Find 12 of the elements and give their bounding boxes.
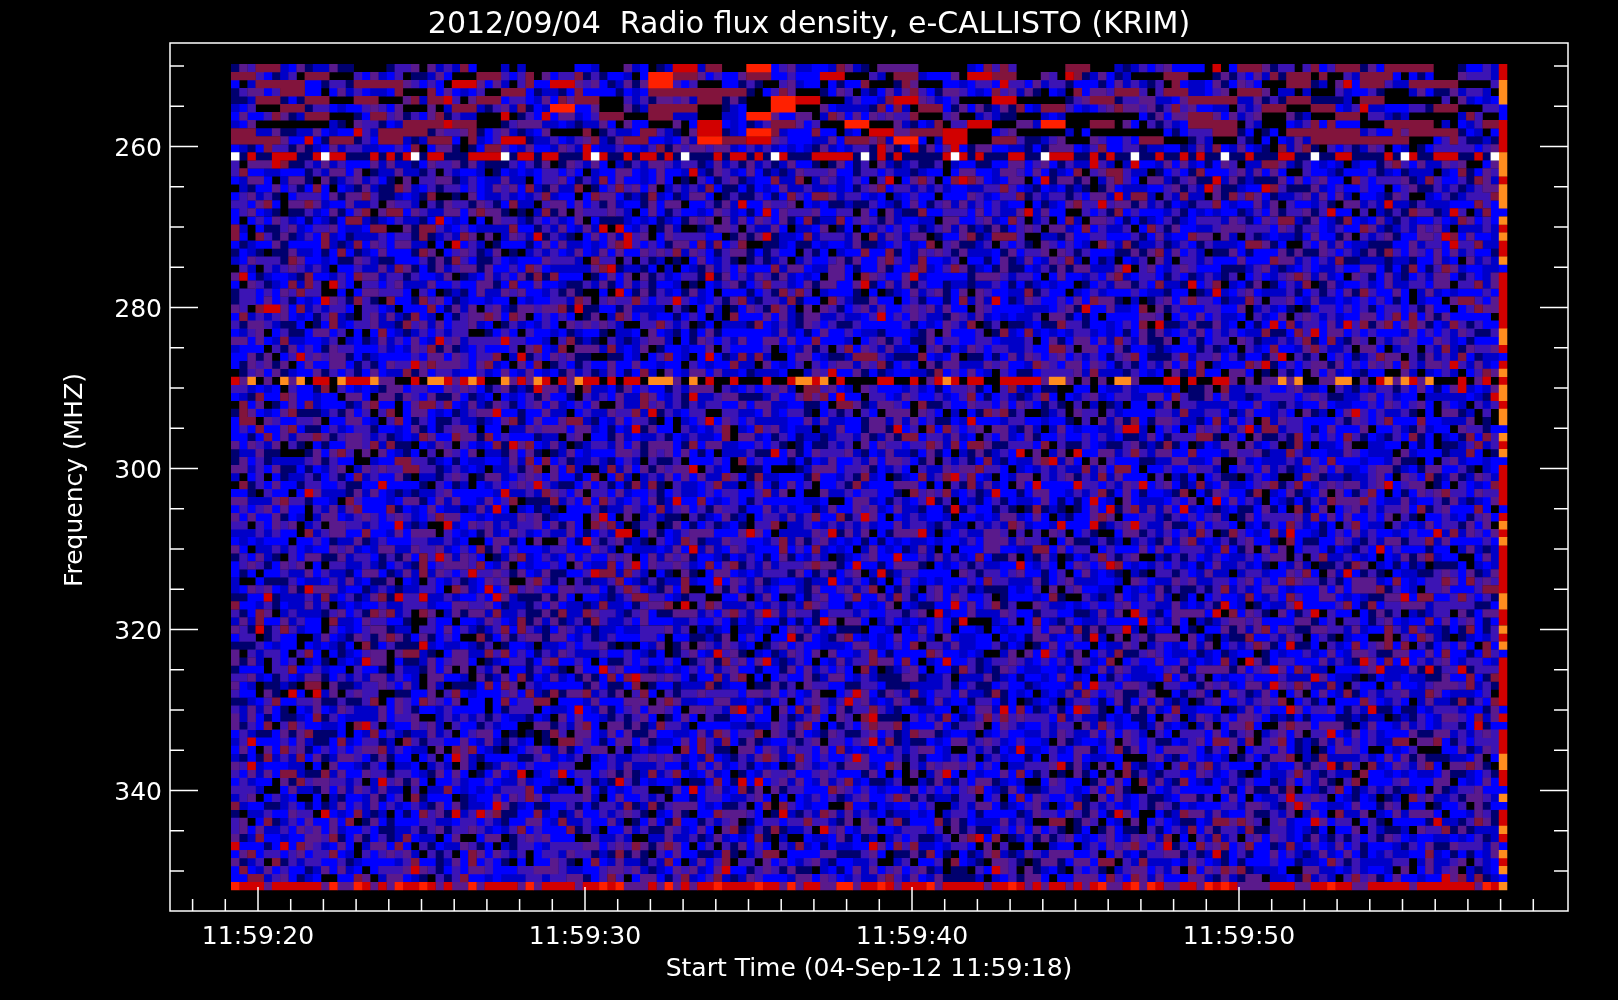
y-tick-label: 260: [114, 132, 162, 162]
y-tick-label: 340: [114, 776, 162, 806]
x-tick-label: 11:59:30: [528, 921, 642, 950]
y-tick-label: 280: [114, 293, 162, 323]
y-tick-label: 300: [114, 454, 162, 484]
x-axis-label: Start Time (04-Sep-12 11:59:18): [665, 953, 1073, 982]
chart-title: 2012/09/04 Radio flux density, e-CALLISTO (KRIM): [427, 5, 1191, 40]
x-tick-label: 11:59:20: [201, 921, 315, 950]
y-tick-label: 320: [114, 615, 162, 645]
x-tick-label: 11:59:40: [855, 921, 969, 950]
x-tick-label: 11:59:50: [1182, 921, 1296, 950]
y-axis-label: Frequency (MHZ): [59, 372, 88, 588]
